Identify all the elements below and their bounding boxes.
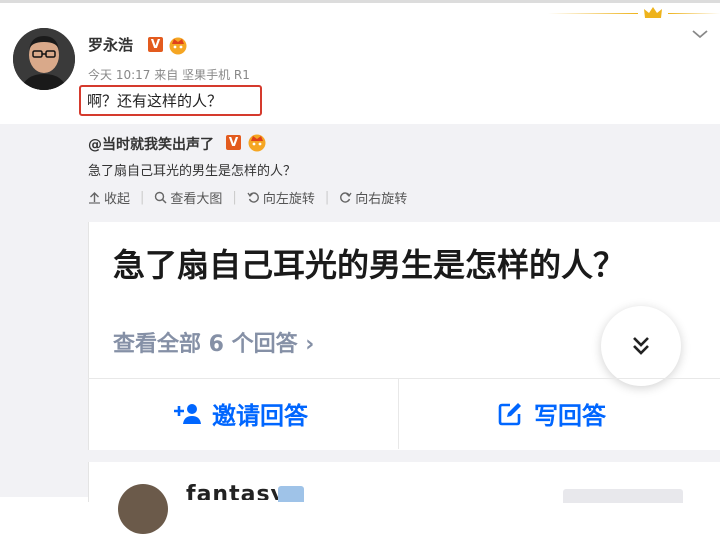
view-large-button[interactable]: 查看大图 bbox=[154, 188, 222, 207]
member-crown-icon[interactable] bbox=[246, 132, 268, 152]
view-all-answers: 查看全部 6 个回答 › bbox=[113, 332, 315, 357]
decoration-line-left bbox=[548, 13, 638, 14]
action-separator: | bbox=[232, 190, 237, 205]
post-meta: 今天 10:17 来自 坚果手机 R1 bbox=[88, 66, 250, 83]
answer-badge-icon bbox=[278, 486, 304, 502]
card-divider bbox=[88, 378, 720, 379]
rotate-left-button[interactable]: 向左旋转 bbox=[247, 188, 315, 207]
repost-username[interactable]: @当时就我笑出声了 bbox=[88, 134, 214, 154]
post-text: 啊？还有这样的人？ bbox=[87, 92, 223, 110]
post-time[interactable]: 今天 10:17 bbox=[88, 68, 150, 82]
expand-button bbox=[601, 306, 681, 386]
magnify-icon bbox=[155, 191, 167, 204]
rotate-left-icon bbox=[247, 192, 259, 203]
double-chevron-down-icon bbox=[633, 337, 649, 355]
decoration-line-right bbox=[668, 13, 720, 14]
action-separator: | bbox=[140, 190, 145, 205]
question-title: 急了扇自己耳光的男生是怎样的人？ bbox=[113, 247, 626, 283]
verified-badge-icon: V bbox=[148, 37, 163, 52]
view-large-label: 查看大图 bbox=[170, 192, 223, 207]
answer-avatar bbox=[118, 484, 168, 534]
edit-icon bbox=[498, 402, 521, 425]
button-divider bbox=[398, 379, 399, 449]
post-username[interactable]: 罗永浩 bbox=[88, 34, 133, 55]
collapse-icon bbox=[89, 192, 100, 204]
verified-badge-icon: V bbox=[226, 135, 241, 150]
rotate-left-label: 向左旋转 bbox=[262, 192, 315, 207]
follow-button bbox=[563, 489, 683, 503]
image-actions: 收起 | 查看大图 | 向左旋转 | 向右旋转 bbox=[88, 188, 407, 207]
member-crown-icon[interactable] bbox=[167, 35, 189, 55]
avatar[interactable] bbox=[13, 28, 75, 90]
post-source[interactable]: 坚果手机 R1 bbox=[182, 68, 250, 82]
add-person-icon bbox=[174, 403, 201, 424]
repost-text: 急了扇自己耳光的男生是怎样的人？ bbox=[88, 164, 297, 179]
collapse-label: 收起 bbox=[104, 192, 131, 207]
rotate-right-label: 向右旋转 bbox=[355, 192, 408, 207]
rotate-right-icon bbox=[340, 192, 352, 203]
invite-answer-button: 邀请回答 bbox=[172, 396, 308, 431]
source-prefix: 来自 bbox=[154, 68, 179, 82]
top-border bbox=[0, 0, 720, 3]
avatar-portrait bbox=[13, 28, 75, 90]
write-label: 写回答 bbox=[534, 402, 606, 430]
crown-decoration-icon bbox=[644, 7, 662, 18]
rotate-right-button[interactable]: 向右旋转 bbox=[339, 188, 407, 207]
chevron-down-icon[interactable] bbox=[690, 26, 710, 42]
collapse-button[interactable]: 收起 bbox=[88, 188, 130, 207]
write-answer-button: 写回答 bbox=[498, 396, 606, 431]
action-separator: | bbox=[324, 190, 330, 205]
invite-label: 邀请回答 bbox=[212, 402, 308, 430]
